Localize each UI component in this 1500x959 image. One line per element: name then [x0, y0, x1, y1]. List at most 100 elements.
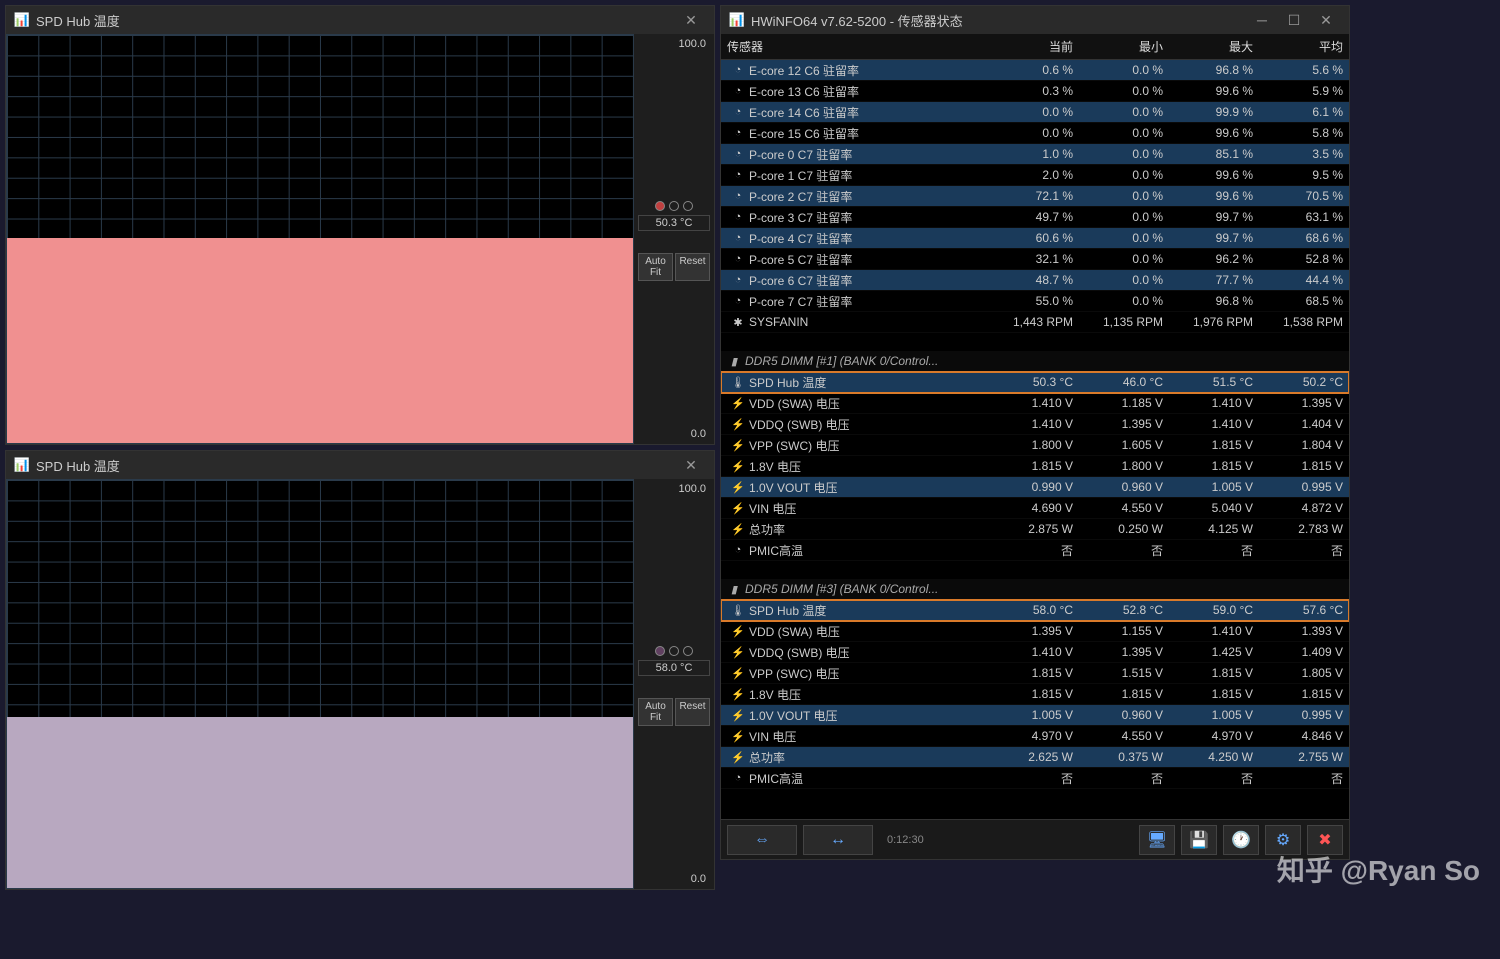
titlebar-graph1[interactable]: 📊 SPD Hub 温度 ✕	[6, 6, 714, 34]
sensor-group-header[interactable]: ▮ DDR5 DIMM [#1] (BANK 0/Control...	[721, 351, 1349, 372]
legend-dot-active[interactable]	[655, 646, 665, 656]
sensor-row[interactable]: ⚡VIN 电压4.690 V4.550 V5.040 V4.872 V	[721, 498, 1349, 519]
arrows-button[interactable]: ↔	[803, 825, 873, 855]
sensor-row[interactable]: ⚡VDDQ (SWB) 电压1.410 V1.395 V1.425 V1.409…	[721, 642, 1349, 663]
sensor-row[interactable]: ⚡1.8V 电压1.815 V1.815 V1.815 V1.815 V	[721, 684, 1349, 705]
legend-dot[interactable]	[683, 646, 693, 656]
sensor-row[interactable]: ◔P-core 1 C7 驻留率2.0 %0.0 %99.6 %9.5 %	[721, 165, 1349, 186]
titlebar-graph2[interactable]: 📊 SPD Hub 温度 ✕	[6, 451, 714, 479]
expand-collapse-button[interactable]: ⇔	[727, 825, 797, 855]
sensor-row[interactable]: ◔E-core 14 C6 驻留率0.0 %0.0 %99.9 %6.1 %	[721, 102, 1349, 123]
sensor-row[interactable]: ⚡VDD (SWA) 电压1.410 V1.185 V1.410 V1.395 …	[721, 393, 1349, 414]
val-min: 否	[1079, 540, 1169, 561]
sensor-row[interactable]: ◔P-core 2 C7 驻留率72.1 %0.0 %99.6 %70.5 %	[721, 186, 1349, 207]
val-min: 否	[1079, 768, 1169, 789]
sensor-name: 1.0V VOUT 电压	[749, 707, 837, 724]
val-current: 1.410 V	[989, 394, 1079, 412]
maximize-button[interactable]: ☐	[1279, 9, 1309, 31]
legend-dot[interactable]	[669, 201, 679, 211]
val-min: 1.395 V	[1079, 415, 1169, 433]
col-current[interactable]: 当前	[989, 34, 1079, 59]
val-current: 1.815 V	[989, 685, 1079, 703]
close-toolbar-button[interactable]: ✖	[1307, 825, 1343, 855]
sensor-row[interactable]: ⚡1.0V VOUT 电压0.990 V0.960 V1.005 V0.995 …	[721, 477, 1349, 498]
sensor-row[interactable]: ◔PMIC高温否否否否	[721, 540, 1349, 561]
sensor-row[interactable]: ◔P-core 7 C7 驻留率55.0 %0.0 %96.8 %68.5 %	[721, 291, 1349, 312]
reset-button[interactable]: Reset	[675, 698, 710, 726]
sensor-row[interactable]: ⚡VDD (SWA) 电压1.395 V1.155 V1.410 V1.393 …	[721, 621, 1349, 642]
sensor-row[interactable]: ⚡1.8V 电压1.815 V1.800 V1.815 V1.815 V	[721, 456, 1349, 477]
close-button[interactable]: ✕	[676, 454, 706, 476]
sensor-row[interactable]: ◔PMIC高温否否否否	[721, 768, 1349, 789]
val-current: 1.410 V	[989, 643, 1079, 661]
val-avg: 1.404 V	[1259, 415, 1349, 433]
val-max: 99.6 %	[1169, 82, 1259, 100]
sensor-name: P-core 1 C7 驻留率	[749, 167, 852, 184]
col-min[interactable]: 最小	[1079, 34, 1169, 59]
sensor-column-headers[interactable]: 传感器 当前 最小 最大 平均	[721, 34, 1349, 60]
sensor-rows[interactable]: ◔E-core 12 C6 驻留率0.6 %0.0 %96.8 %5.6 %◔E…	[721, 60, 1349, 819]
close-button[interactable]: ✕	[676, 9, 706, 31]
val-max: 1.815 V	[1169, 685, 1259, 703]
val-avg: 2.755 W	[1259, 748, 1349, 766]
legend-dot[interactable]	[683, 201, 693, 211]
col-sensor[interactable]: 传感器	[721, 34, 989, 59]
sensor-row[interactable]: ◔P-core 3 C7 驻留率49.7 %0.0 %99.7 %63.1 %	[721, 207, 1349, 228]
settings-button[interactable]: ⚙	[1265, 825, 1301, 855]
legend-dot[interactable]	[669, 646, 679, 656]
sensor-row[interactable]: ◔P-core 4 C7 驻留率60.6 %0.0 %99.7 %68.6 %	[721, 228, 1349, 249]
sensor-row[interactable]: ◔P-core 5 C7 驻留率32.1 %0.0 %96.2 %52.8 %	[721, 249, 1349, 270]
legend-dot-active[interactable]	[655, 201, 665, 211]
col-avg[interactable]: 平均	[1259, 34, 1349, 59]
minimize-button[interactable]: ─	[1247, 9, 1277, 31]
val-current: 1,443 RPM	[989, 313, 1079, 331]
sensor-row[interactable]: 🌡SPD Hub 温度50.3 °C46.0 °C51.5 °C50.2 °C	[721, 372, 1349, 393]
val-avg: 68.5 %	[1259, 292, 1349, 310]
val-min: 0.250 W	[1079, 520, 1169, 538]
dimm-icon: ▮	[727, 354, 741, 368]
titlebar-hwinfo[interactable]: 📊 HWiNFO64 v7.62-5200 - 传感器状态 ─ ☐ ✕	[721, 6, 1349, 34]
save-button[interactable]: 💾	[1181, 825, 1217, 855]
val-avg: 1.805 V	[1259, 664, 1349, 682]
sensor-row[interactable]: ⚡总功率2.875 W0.250 W4.125 W2.783 W	[721, 519, 1349, 540]
sensor-row[interactable]: ◔E-core 12 C6 驻留率0.6 %0.0 %96.8 %5.6 %	[721, 60, 1349, 81]
val-min: 0.375 W	[1079, 748, 1169, 766]
sensor-row[interactable]: ◔P-core 0 C7 驻留率1.0 %0.0 %85.1 %3.5 %	[721, 144, 1349, 165]
clock-button[interactable]: 🕐	[1223, 825, 1259, 855]
clock-icon: ◔	[731, 84, 745, 98]
sensor-row[interactable]: ⚡VDDQ (SWB) 电压1.410 V1.395 V1.410 V1.404…	[721, 414, 1349, 435]
val-max: 1.815 V	[1169, 664, 1259, 682]
sensor-name: PMIC高温	[749, 542, 803, 559]
sensor-row[interactable]: ⚡VIN 电压4.970 V4.550 V4.970 V4.846 V	[721, 726, 1349, 747]
timer-label: 0:12:30	[887, 834, 924, 846]
sensor-row[interactable]: ◔E-core 15 C6 驻留率0.0 %0.0 %99.6 %5.8 %	[721, 123, 1349, 144]
sensor-row[interactable]: ◔P-core 6 C7 驻留率48.7 %0.0 %77.7 %44.4 %	[721, 270, 1349, 291]
clock-icon: ◔	[731, 252, 745, 266]
val-max: 1.005 V	[1169, 706, 1259, 724]
sensor-row[interactable]: ⚡总功率2.625 W0.375 W4.250 W2.755 W	[721, 747, 1349, 768]
col-max[interactable]: 最大	[1169, 34, 1259, 59]
sensor-row[interactable]: ✱SYSFANIN1,443 RPM1,135 RPM1,976 RPM1,53…	[721, 312, 1349, 333]
sensor-row[interactable]: 🌡SPD Hub 温度58.0 °C52.8 °C59.0 °C57.6 °C	[721, 600, 1349, 621]
monitor-button[interactable]: 🖥	[1139, 825, 1175, 855]
sensor-row[interactable]: ◔E-core 13 C6 驻留率0.3 %0.0 %99.6 %5.9 %	[721, 81, 1349, 102]
reset-button[interactable]: Reset	[675, 253, 710, 281]
val-current: 1.815 V	[989, 457, 1079, 475]
sensor-row[interactable]: ⚡VPP (SWC) 电压1.815 V1.515 V1.815 V1.805 …	[721, 663, 1349, 684]
autofit-button[interactable]: Auto Fit	[638, 698, 673, 726]
sensor-group-header[interactable]: ▮DDR5 DIMM [#3] (BANK 0/Control...	[721, 579, 1349, 600]
toolbar: ⇔ ↔ 0:12:30 🖥 💾 🕐 ⚙ ✖	[721, 819, 1349, 859]
graph-grid[interactable]	[6, 479, 634, 889]
sensor-row[interactable]: ⚡1.0V VOUT 电压1.005 V0.960 V1.005 V0.995 …	[721, 705, 1349, 726]
graph-grid[interactable]	[6, 34, 634, 444]
sensor-row[interactable]: ⚡VPP (SWC) 电压1.800 V1.605 V1.815 V1.804 …	[721, 435, 1349, 456]
val-max: 99.6 %	[1169, 124, 1259, 142]
close-button[interactable]: ✕	[1311, 9, 1341, 31]
val-max: 99.9 %	[1169, 103, 1259, 121]
autofit-button[interactable]: Auto Fit	[638, 253, 673, 281]
sensor-name: DDR5 DIMM [#1] (BANK 0/Control...	[745, 354, 938, 368]
val-avg: 4.872 V	[1259, 499, 1349, 517]
val-max: 否	[1169, 768, 1259, 789]
val-max: 4.970 V	[1169, 727, 1259, 745]
val-avg: 5.6 %	[1259, 61, 1349, 79]
